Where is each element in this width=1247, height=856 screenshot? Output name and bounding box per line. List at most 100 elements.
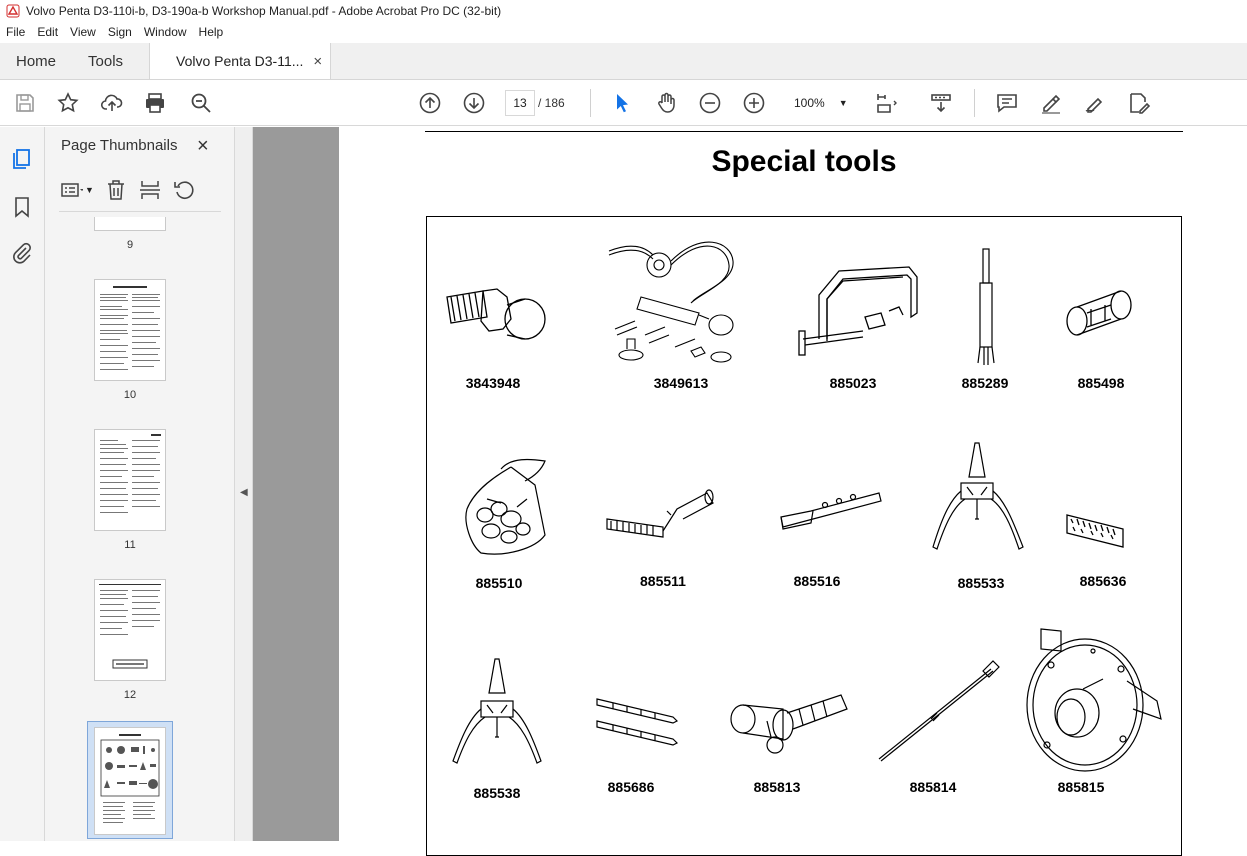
tools-illustration-frame: 3843948 3849613 885023 885289 885498 885…: [426, 216, 1182, 856]
menu-file[interactable]: File: [0, 22, 31, 43]
toolbar-divider: [974, 89, 975, 117]
left-rail: [0, 127, 45, 841]
puller-icon: [447, 657, 547, 771]
tool-number: 885510: [475, 575, 523, 591]
tool-number: 885814: [909, 779, 957, 795]
close-panel-icon[interactable]: ×: [197, 135, 209, 158]
thumbnail-page[interactable]: [94, 429, 166, 531]
zoom-value: 100%: [794, 96, 825, 110]
tab-bar: Home Tools Volvo Penta D3-11... ×: [0, 43, 1247, 80]
search-zoom-icon[interactable]: [189, 91, 213, 115]
page-thumbnails-icon[interactable]: [10, 147, 34, 171]
thumbnail-preview: [100, 434, 161, 513]
bookmark-star-icon[interactable]: [56, 91, 80, 115]
thumbnail-page[interactable]: [94, 279, 166, 381]
menu-sign[interactable]: Sign: [102, 22, 138, 43]
panel-title: Page Thumbnails: [61, 137, 178, 154]
socket-adapter-icon: [727, 689, 851, 759]
bookmarks-icon[interactable]: [10, 195, 34, 219]
tool-number: 885511: [640, 573, 686, 589]
panel-collapse-handle[interactable]: ◀: [235, 127, 253, 841]
menu-view[interactable]: View: [64, 22, 102, 43]
document-tab-label: Volvo Penta D3-11...: [176, 53, 304, 69]
page-total-label: / 186: [538, 96, 565, 110]
tab-document[interactable]: Volvo Penta D3-11... ×: [149, 43, 332, 79]
extract-pages-icon[interactable]: [138, 178, 162, 202]
thumbnail-page[interactable]: [94, 217, 166, 231]
zoom-in-icon[interactable]: [742, 91, 766, 115]
flat-key-icon: [775, 487, 885, 537]
thumbnail-preview: [100, 286, 160, 370]
thumbnail-label: 9: [126, 239, 134, 251]
menu-help[interactable]: Help: [193, 22, 230, 43]
attachments-icon[interactable]: [10, 241, 34, 265]
fit-page-icon[interactable]: [874, 91, 898, 115]
tool-number: 885813: [753, 779, 801, 795]
tool-number: 885498: [1077, 375, 1125, 391]
page-title: Special tools: [711, 145, 897, 178]
tool-number: 885023: [829, 375, 877, 391]
hand-tool-icon[interactable]: [654, 91, 678, 115]
main-toolbar: 13 / 186 100% ▼: [0, 80, 1247, 126]
title-bar: Volvo Penta D3-110i-b, D3-190a-b Worksho…: [0, 0, 1247, 22]
tool-number: 885815: [1057, 779, 1105, 795]
thumbnail-label: 10: [123, 389, 137, 401]
zoom-out-icon[interactable]: [698, 91, 722, 115]
thumbnail-preview: [99, 584, 161, 669]
tool-number: 885636: [1079, 573, 1127, 589]
tab-home[interactable]: Home: [0, 43, 72, 79]
edit-document-icon[interactable]: [1127, 91, 1151, 115]
thumbnail-label: 11: [124, 539, 136, 551]
tool-number: 3843948: [465, 375, 521, 391]
highlight-pen-icon[interactable]: [1039, 91, 1063, 115]
tool-number: 885686: [607, 779, 655, 795]
tool-number: 885289: [961, 375, 1009, 391]
seal-kit-bag-icon: [461, 453, 561, 563]
page-margin-area: [253, 127, 339, 841]
tab-tools[interactable]: Tools: [72, 43, 139, 79]
menu-edit[interactable]: Edit: [31, 22, 64, 43]
upload-cloud-icon[interactable]: [100, 91, 124, 115]
print-icon[interactable]: [143, 91, 167, 115]
long-rod-icon: [875, 657, 1001, 765]
zoom-dropdown[interactable]: 100% ▼: [786, 90, 854, 116]
drift-icon: [967, 245, 1007, 371]
tool-number: 885538: [473, 785, 521, 801]
fixture-plate-icon: [1023, 621, 1165, 777]
c-clamp-icon: [793, 261, 923, 371]
header-rule: [425, 131, 1183, 132]
chevron-down-icon: ▼: [85, 185, 94, 195]
menu-window[interactable]: Window: [138, 22, 193, 43]
rotate-icon[interactable]: [172, 178, 196, 202]
roller-tool-icon: [603, 485, 719, 555]
close-tab-icon[interactable]: ×: [313, 53, 322, 70]
menu-bar: File Edit View Sign Window Help: [0, 22, 1247, 43]
delete-page-icon[interactable]: [104, 178, 128, 202]
panel-divider: [59, 211, 221, 212]
thumbnails-panel: Page Thumbnails × ▼ 9 10 11 12: [45, 127, 274, 841]
pressure-tester-kit-icon: [605, 239, 745, 369]
thumbnail-options-icon[interactable]: [59, 178, 83, 202]
select-cursor-icon[interactable]: [610, 91, 634, 115]
thumbnail-page-selected[interactable]: [94, 727, 166, 835]
previous-page-icon[interactable]: [418, 91, 442, 115]
thumbnail-label: 12: [123, 689, 137, 701]
tool-number: 885516: [793, 573, 841, 589]
collapse-arrow-icon[interactable]: ◀: [240, 487, 248, 498]
save-icon[interactable]: [13, 91, 37, 115]
next-page-icon[interactable]: [462, 91, 486, 115]
draw-sign-icon[interactable]: [1083, 91, 1107, 115]
tool-number: 885533: [957, 575, 1005, 591]
puller-icon: [931, 441, 1031, 555]
thumbnail-page[interactable]: [94, 579, 166, 681]
sleeve-icon: [1063, 287, 1137, 343]
thumbnail-preview: [100, 734, 160, 823]
page-number-input[interactable]: 13: [505, 90, 535, 116]
window-title: Volvo Penta D3-110i-b, D3-190a-b Worksho…: [26, 4, 502, 18]
acrobat-icon: [6, 4, 20, 18]
guide-pins-icon: [593, 691, 683, 755]
comment-icon[interactable]: [995, 91, 1019, 115]
brush-icon: [1061, 505, 1133, 553]
pdf-page: Special tools 3843948 3849613 885023 885…: [339, 127, 1247, 856]
scroll-mode-icon[interactable]: [929, 91, 953, 115]
